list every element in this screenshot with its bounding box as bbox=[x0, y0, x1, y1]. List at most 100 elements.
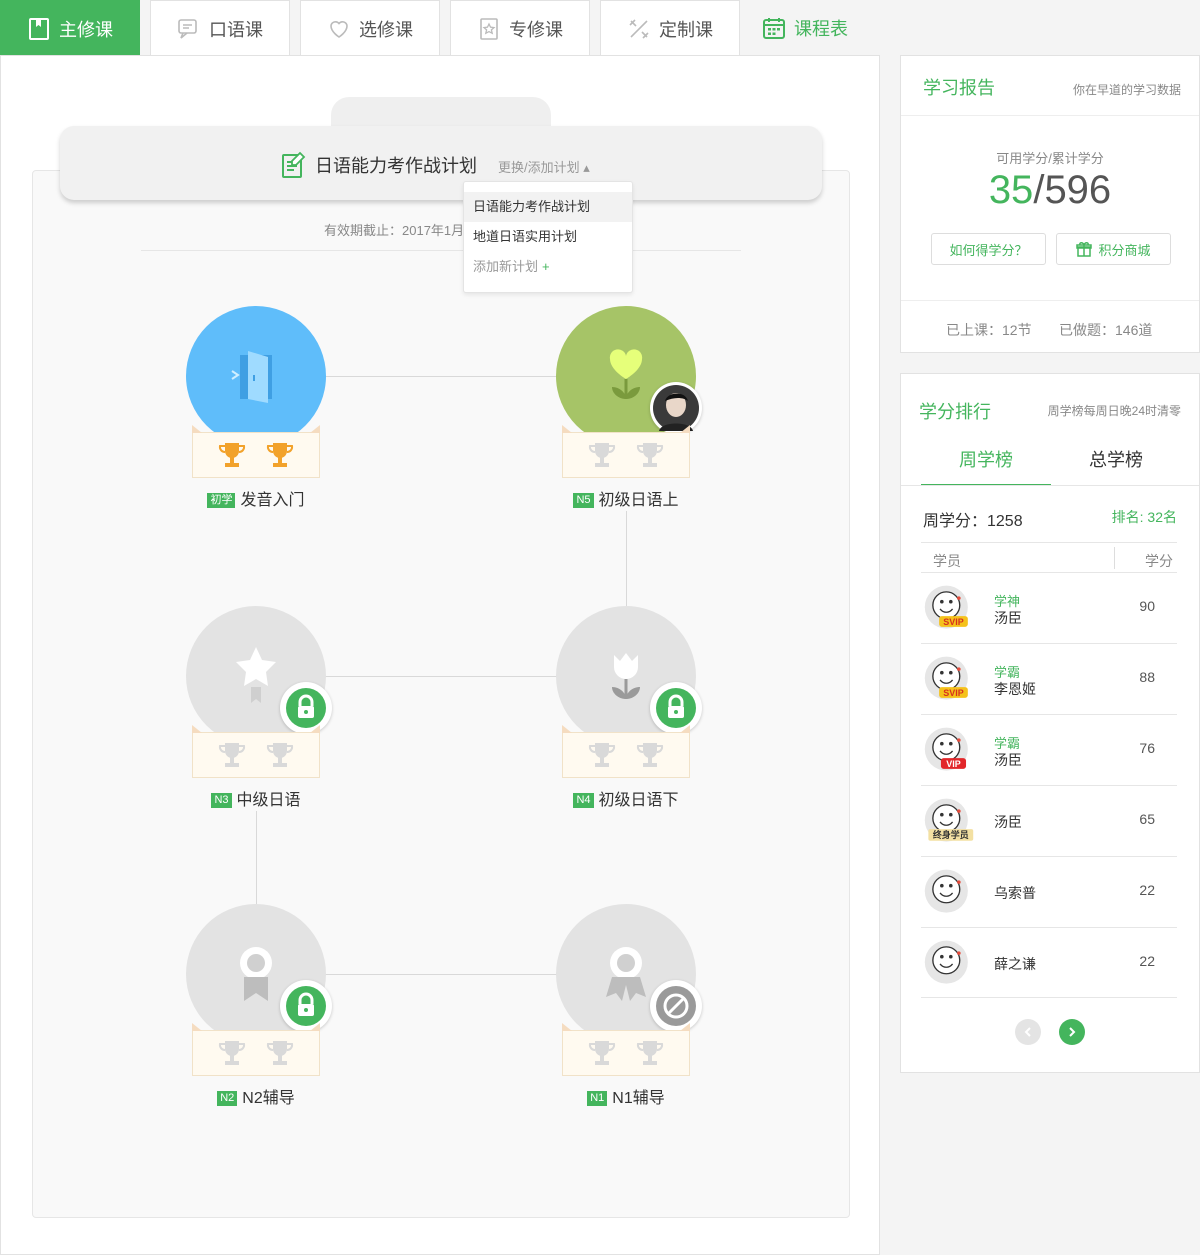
ranking-row[interactable]: 终身学员 汤臣 65 bbox=[921, 785, 1177, 856]
level-badge: N4 bbox=[573, 793, 594, 808]
svg-text:SVIP: SVIP bbox=[943, 688, 963, 698]
ranking-row[interactable]: 薛之谦 22 bbox=[921, 927, 1177, 998]
plan-dropdown: 日语能力考作战计划 地道日语实用计划 添加新计划 + bbox=[463, 181, 633, 293]
svg-text:终身学员: 终身学员 bbox=[933, 829, 969, 841]
chevron-left-icon bbox=[1024, 1027, 1031, 1037]
user-credits: 88 bbox=[1139, 669, 1155, 685]
report-subtitle: 你在早道的学习数据 bbox=[1072, 83, 1181, 97]
tab-schedule[interactable]: 课程表 bbox=[750, 0, 860, 56]
tab-label: 定制课 bbox=[659, 19, 713, 40]
connector bbox=[256, 811, 257, 906]
plan-name: 日语能力考作战计划 bbox=[315, 156, 477, 176]
plan-title: 日语能力考作战计划 bbox=[281, 151, 477, 179]
trophy-icon bbox=[588, 443, 616, 467]
divider bbox=[901, 485, 1199, 486]
course-name: N2辅导 bbox=[242, 1090, 295, 1107]
credit-separator: / bbox=[1033, 168, 1045, 212]
tab-custom-course[interactable]: 定制课 bbox=[600, 0, 740, 56]
total-credits: 596 bbox=[1044, 168, 1112, 212]
column-divider bbox=[1114, 547, 1115, 569]
course-label: N4 初级日语下 bbox=[546, 786, 706, 810]
column-student: 学员 bbox=[933, 553, 961, 569]
my-weekly-credits: 周学分：1258 bbox=[923, 513, 1023, 530]
svg-text:SVIP: SVIP bbox=[943, 617, 963, 627]
trophy-icon bbox=[218, 443, 246, 467]
tab-total-ranking[interactable]: 总学榜 bbox=[1051, 446, 1181, 486]
trophy-icon bbox=[636, 1041, 664, 1065]
add-plan-label: 添加新计划 bbox=[473, 259, 539, 274]
level-badge: N3 bbox=[211, 793, 232, 808]
level-badge: N5 bbox=[573, 493, 594, 508]
level-badge: N1 bbox=[587, 1091, 608, 1106]
calendar-icon bbox=[763, 18, 785, 39]
ranking-row[interactable]: SVIP 学神 汤臣 90 bbox=[921, 572, 1177, 643]
lock-icon bbox=[286, 688, 326, 728]
tab-main-course[interactable]: 主修课 bbox=[0, 0, 140, 63]
report-title: 学习报告 bbox=[923, 78, 995, 98]
tab-label: 课程表 bbox=[794, 19, 848, 39]
rosette-medal-icon bbox=[606, 947, 646, 1001]
tab-elective-course[interactable]: 选修课 bbox=[300, 0, 440, 56]
level-badge: N2 bbox=[217, 1091, 238, 1106]
avatar: SVIP bbox=[924, 585, 968, 629]
available-credits: 35 bbox=[988, 168, 1034, 212]
ribbon-medal-icon bbox=[240, 947, 272, 1001]
book-icon bbox=[29, 17, 49, 40]
user-credits: 90 bbox=[1139, 598, 1155, 614]
credit-score: 35/596 bbox=[901, 168, 1199, 213]
course-name: 初级日语上 bbox=[598, 492, 679, 509]
add-plan-option[interactable]: 添加新计划 + bbox=[464, 252, 632, 282]
course-map-board bbox=[32, 170, 850, 1218]
course-label: N5 初级日语上 bbox=[546, 486, 706, 510]
report-header: 学习报告 你在早道的学习数据 bbox=[901, 56, 1199, 116]
trophy-box bbox=[192, 425, 320, 478]
course-label: N1 N1辅导 bbox=[546, 1084, 706, 1108]
user-credits: 65 bbox=[1139, 811, 1155, 827]
trophy-icon bbox=[218, 1041, 246, 1065]
main-panel: 日语能力考作战计划 更换/添加计划 ▴ 有效期截止：2017年1月 日语能力考作… bbox=[0, 55, 880, 1255]
plan-validity: 有效期截止：2017年1月 bbox=[324, 223, 465, 238]
lock-badge bbox=[280, 682, 332, 734]
credit-ranking-panel: 学分排行 周学榜每周日晚24时清零 周学榜 总学榜 周学分：1258 排名: 3… bbox=[900, 373, 1200, 1073]
avatar: VIP bbox=[924, 727, 968, 771]
tab-label: 专修课 bbox=[509, 19, 563, 40]
plan-option-jlpt[interactable]: 日语能力考作战计划 bbox=[464, 192, 632, 222]
trophy-icon bbox=[588, 1041, 616, 1065]
prev-page-button[interactable] bbox=[1015, 1019, 1041, 1045]
questions-done: 已做题：146道 bbox=[1059, 322, 1153, 338]
trophy-box bbox=[562, 425, 690, 478]
ranking-row[interactable]: SVIP 学霸 李恩姬 88 bbox=[921, 643, 1177, 714]
plan-option-practical[interactable]: 地道日语实用计划 bbox=[464, 222, 632, 252]
tab-special-course[interactable]: 专修课 bbox=[450, 0, 590, 56]
star-medal-icon bbox=[236, 647, 276, 703]
tab-speaking-course[interactable]: 口语课 bbox=[150, 0, 290, 56]
user-credits: 22 bbox=[1139, 882, 1155, 898]
user-credits: 76 bbox=[1139, 740, 1155, 756]
trophy-icon bbox=[266, 1041, 294, 1065]
user-credits: 22 bbox=[1139, 953, 1155, 969]
lock-icon bbox=[656, 688, 696, 728]
tab-weekly-ranking[interactable]: 周学榜 bbox=[921, 446, 1051, 486]
svg-text:VIP: VIP bbox=[946, 759, 960, 769]
heart-icon bbox=[330, 20, 348, 38]
ranking-subtitle: 周学榜每周日晚24时清零 bbox=[1047, 404, 1181, 418]
next-page-button[interactable] bbox=[1059, 1019, 1085, 1045]
how-to-earn-button[interactable]: 如何得学分？ bbox=[931, 233, 1046, 265]
plan-switch-link[interactable]: 更换/添加计划 ▴ bbox=[498, 157, 590, 176]
star-doc-icon bbox=[480, 17, 498, 40]
disabled-badge bbox=[650, 980, 702, 1032]
forbidden-icon bbox=[656, 986, 696, 1026]
connector bbox=[325, 676, 557, 677]
lock-badge bbox=[650, 682, 702, 734]
teacher-avatar[interactable] bbox=[650, 382, 702, 434]
course-label: N3 中级日语 bbox=[176, 786, 336, 810]
connector bbox=[325, 974, 557, 975]
ranking-row[interactable]: 乌索普 22 bbox=[921, 856, 1177, 927]
tools-icon bbox=[629, 18, 649, 39]
tab-label: 主修课 bbox=[59, 19, 113, 40]
trophy-box bbox=[562, 725, 690, 778]
tulip-icon bbox=[612, 653, 640, 699]
points-mall-button[interactable]: 积分商城 bbox=[1056, 233, 1171, 265]
ranking-row[interactable]: VIP 学霸 汤臣 76 bbox=[921, 714, 1177, 785]
divider bbox=[141, 250, 741, 251]
